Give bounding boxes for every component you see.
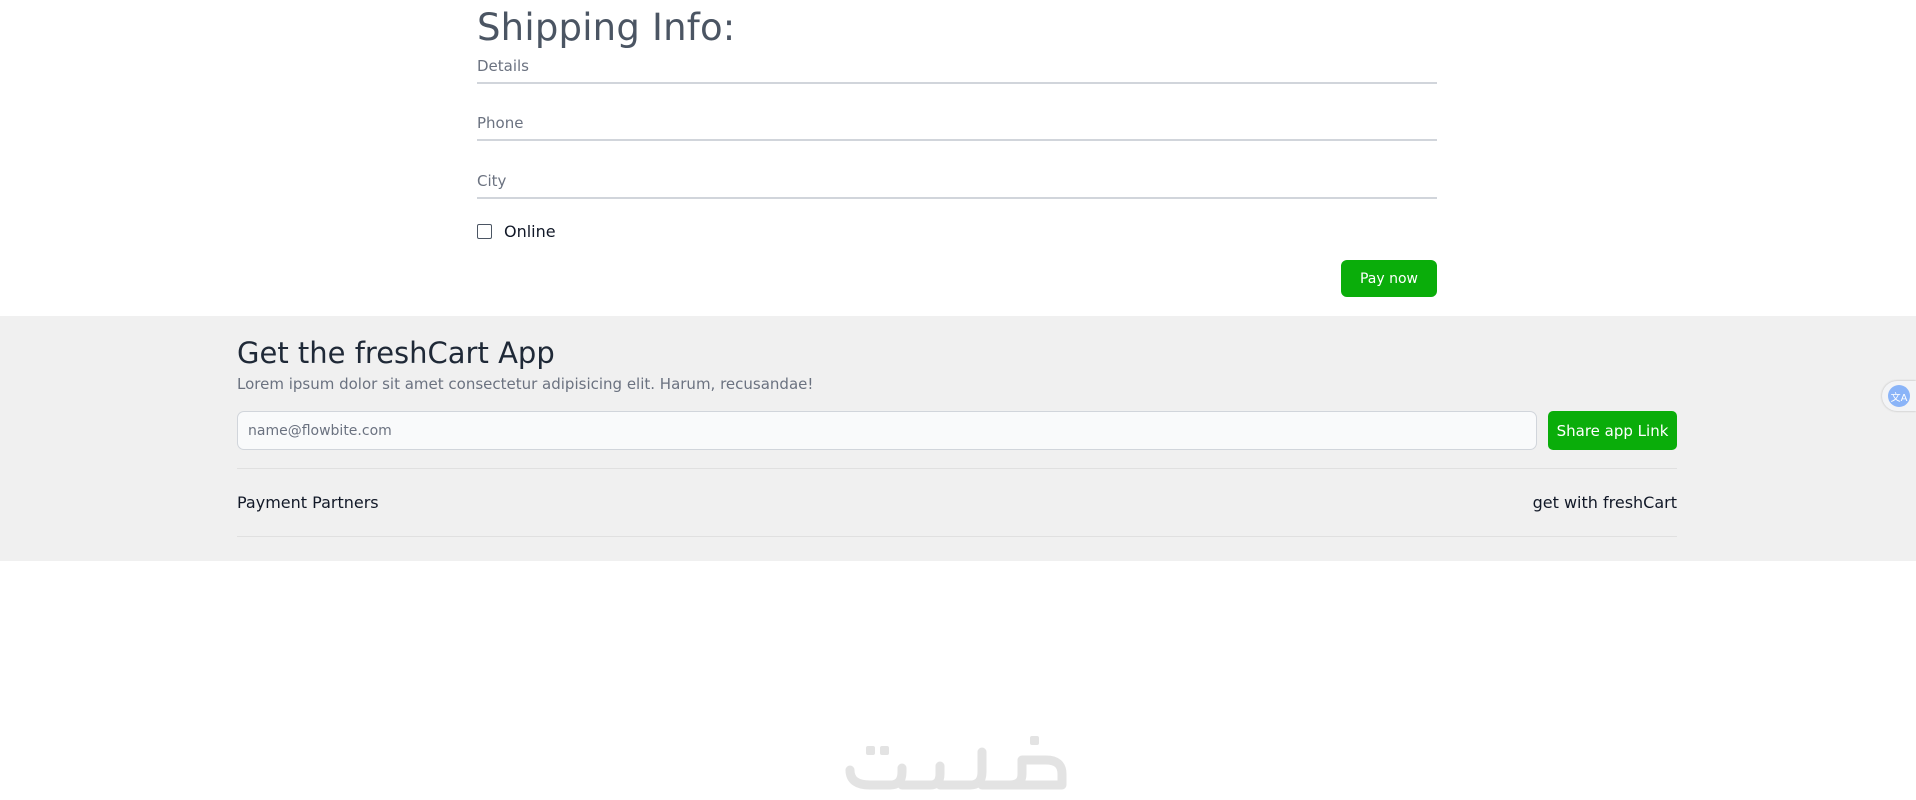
share-app-link-button[interactable]: Share app Link [1548,411,1677,450]
get-with-freshcart-label: get with freshCart [1532,493,1677,512]
app-title: Get the freshCart App [237,336,555,370]
city-field-wrapper [477,165,1437,199]
online-label: Online [504,221,556,241]
shipping-form: Shipping Info: Online Pay now [477,0,1437,315]
app-section: Get the freshCart App Lorem ipsum dolor … [0,316,1916,561]
divider [237,468,1677,469]
payment-partners-label: Payment Partners [237,493,379,512]
translate-icon[interactable]: 文A [1888,385,1910,407]
details-input[interactable] [477,50,1437,82]
pay-now-button[interactable]: Pay now [1341,260,1437,297]
details-field-wrapper [477,50,1437,84]
app-subtitle: Lorem ipsum dolor sit amet consectetur a… [237,375,814,393]
online-checkbox[interactable] [477,223,492,239]
app-section-inner: Get the freshCart App Lorem ipsum dolor … [237,316,1677,561]
divider [237,536,1677,537]
khamsat-logo [845,736,1067,790]
translate-widget[interactable]: 文A [1882,381,1916,411]
email-input[interactable] [237,411,1537,450]
online-option[interactable]: Online [477,221,556,241]
city-input[interactable] [477,165,1437,197]
phone-input[interactable] [477,107,1437,139]
phone-field-wrapper [477,107,1437,141]
shipping-title: Shipping Info: [477,6,736,49]
